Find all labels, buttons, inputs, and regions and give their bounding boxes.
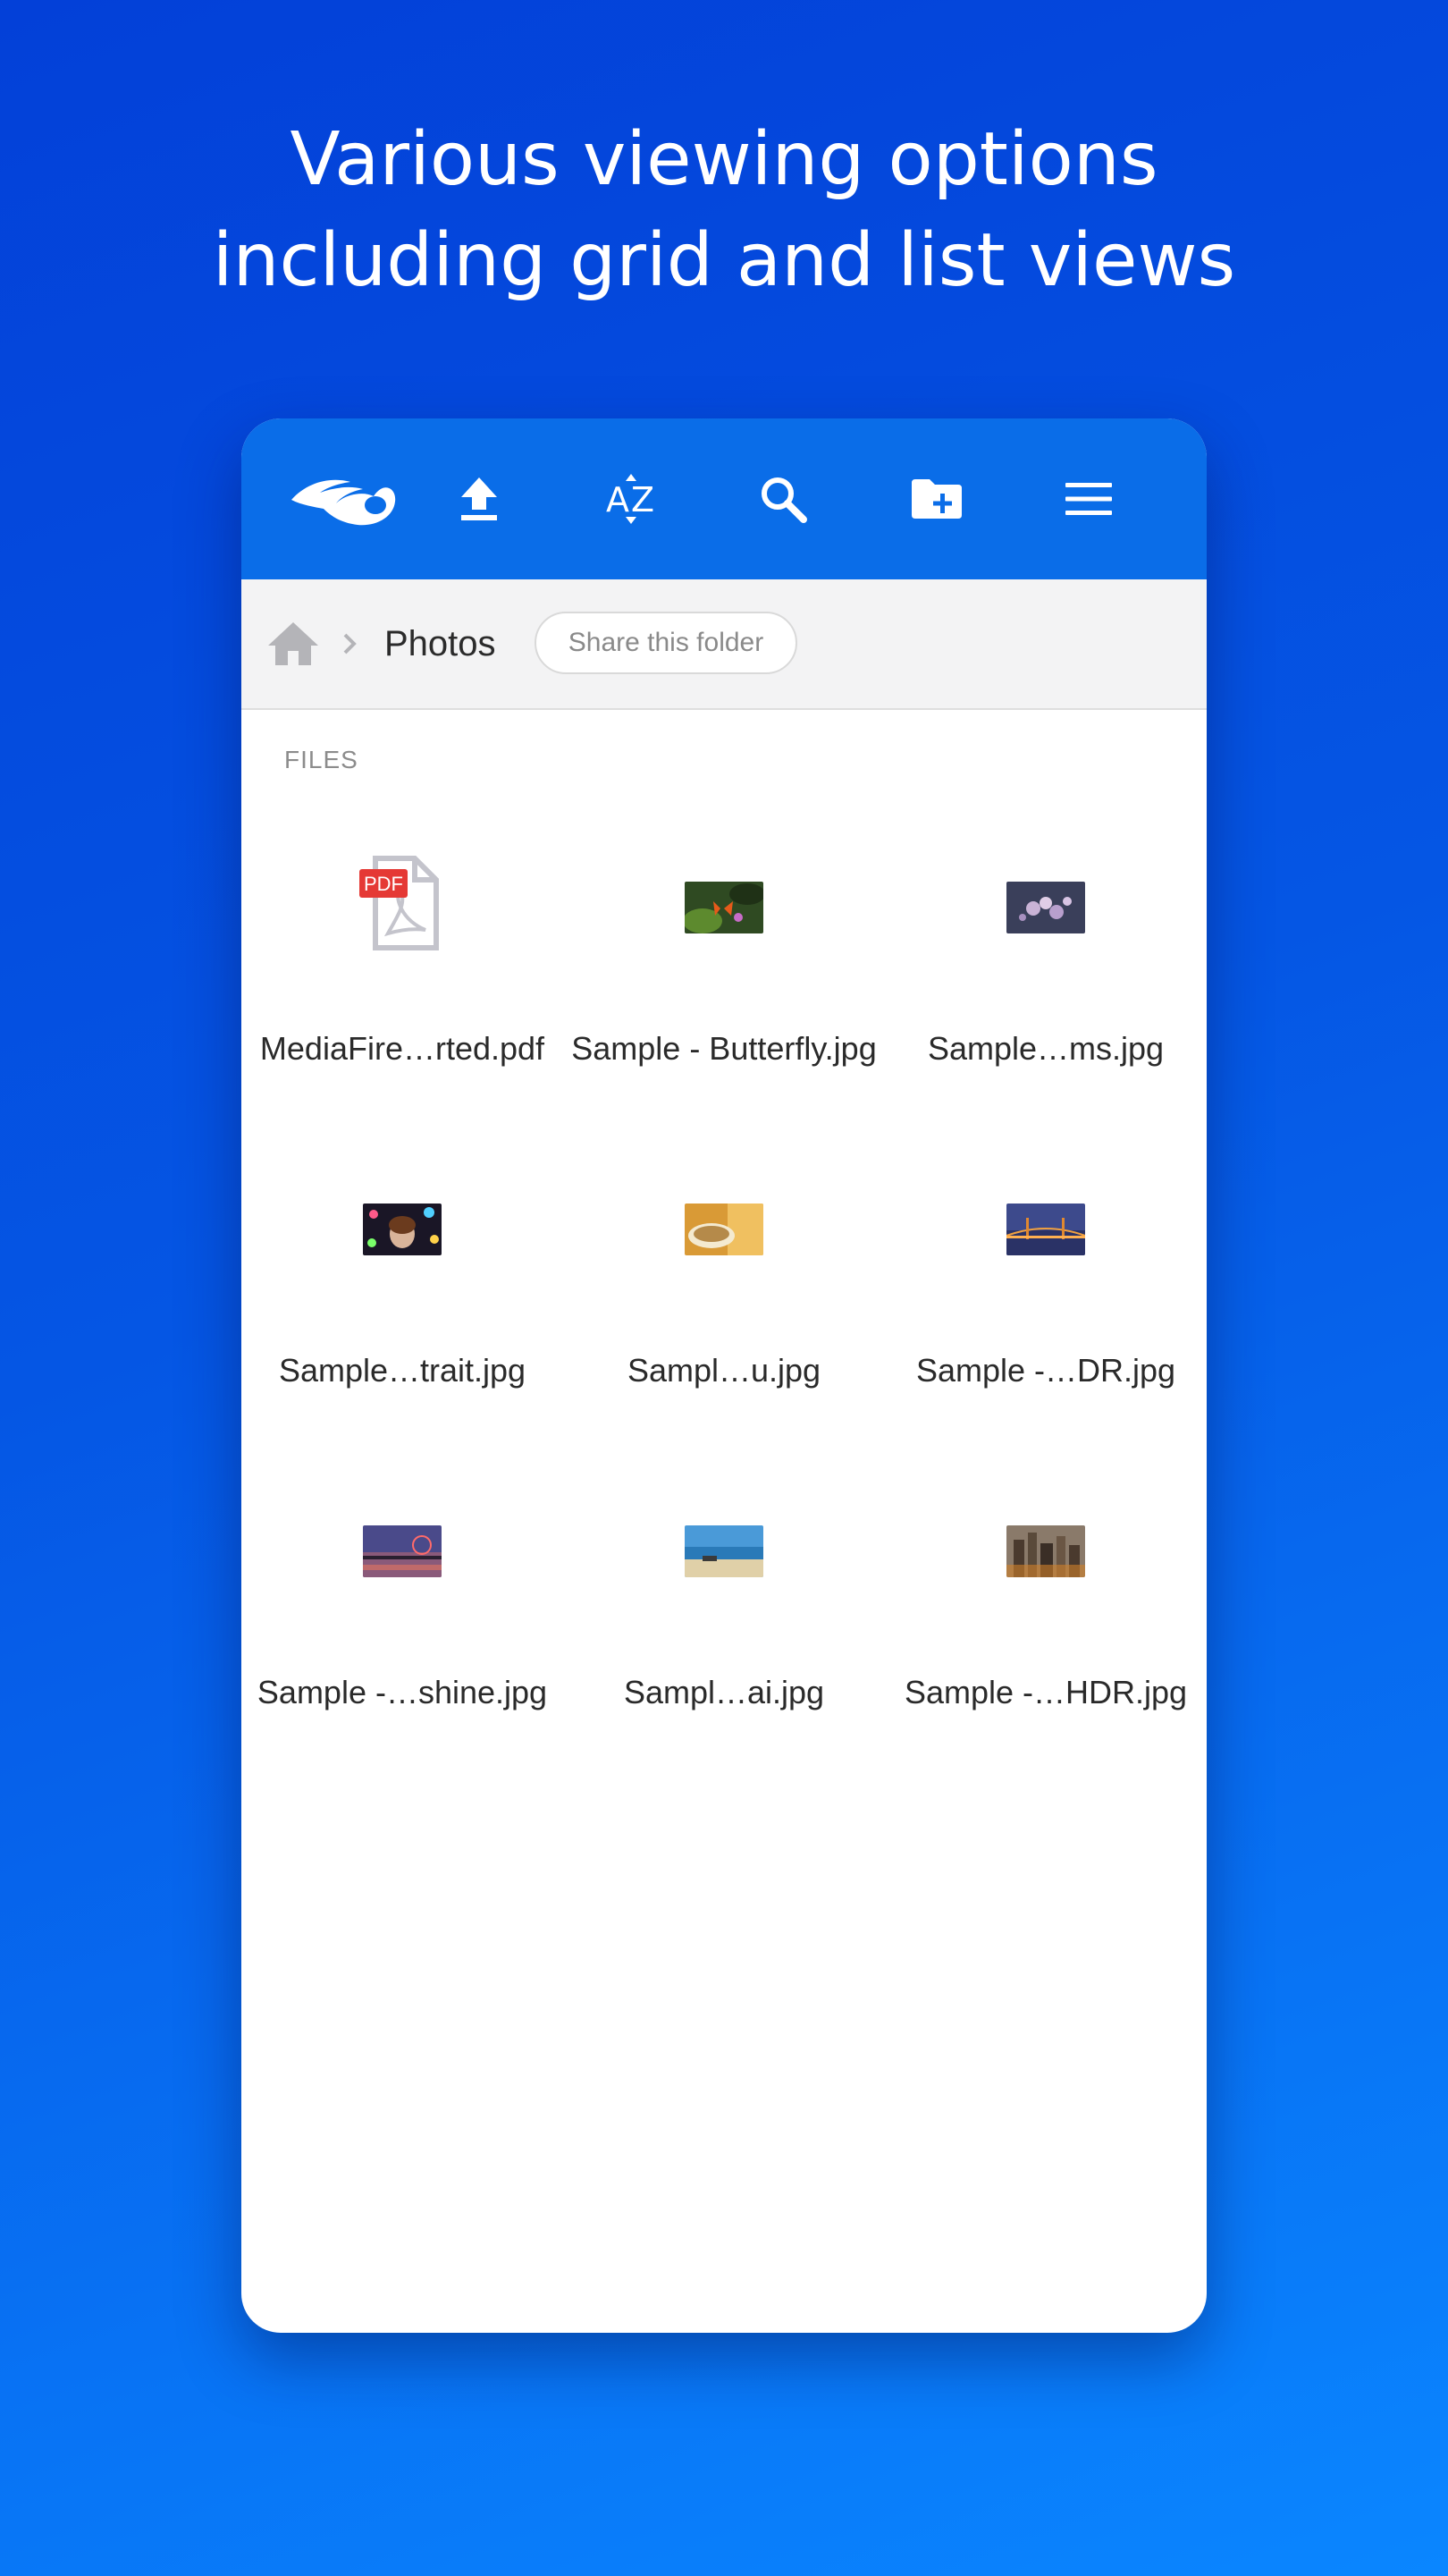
app-window: A Z Photos Share this folder FILES PDF M… [241,418,1207,2333]
headline: Various viewing options including grid a… [0,109,1448,311]
headline-line-1: Various viewing options [290,117,1158,202]
coffee-thumbnail [685,1204,763,1255]
file-item-image[interactable]: Sampl…u.jpg [563,1177,885,1463]
headline-line-2: including grid and list views [212,218,1236,303]
bridge-thumbnail [1006,1204,1085,1255]
file-item-image[interactable]: Sample…ms.jpg [885,855,1207,1141]
file-name: Sample -…HDR.jpg [904,1674,1188,1710]
file-item-image[interactable]: Sample -…DR.jpg [885,1177,1207,1463]
file-name: Sample…trait.jpg [278,1352,526,1389]
butterfly-thumbnail [685,882,763,933]
ferris-wheel-thumbnail [363,1525,442,1577]
file-item-pdf[interactable]: PDF MediaFire…rted.pdf [241,855,563,1141]
file-item-image[interactable]: Sample…trait.jpg [241,1177,563,1463]
file-name: Sample -…DR.jpg [915,1352,1176,1389]
file-item-image[interactable]: Sample -…HDR.jpg [885,1499,1207,1785]
file-name: Sample - Butterfly.jpg [571,1030,877,1067]
file-item-image[interactable]: Sampl…ai.jpg [563,1499,885,1785]
file-item-image[interactable]: Sample -…shine.jpg [241,1499,563,1785]
city-thumbnail [1006,1525,1085,1577]
portrait-thumbnail [363,1204,442,1255]
file-name: Sampl…ai.jpg [623,1674,825,1710]
file-name: Sample…ms.jpg [927,1030,1165,1067]
pdf-badge-label: PDF [364,873,403,895]
file-name: Sample -…shine.jpg [257,1674,548,1710]
file-name: Sampl…u.jpg [627,1352,821,1389]
beach-thumbnail [685,1525,763,1577]
file-name: MediaFire…rted.pdf [259,1030,545,1067]
blossoms-thumbnail [1006,882,1085,933]
file-item-image[interactable]: Sample - Butterfly.jpg [563,855,885,1141]
file-grid: PDF MediaFire…rted.pdf Sample - Butterfl… [241,418,1207,2333]
pdf-file-icon: PDF [358,855,447,953]
